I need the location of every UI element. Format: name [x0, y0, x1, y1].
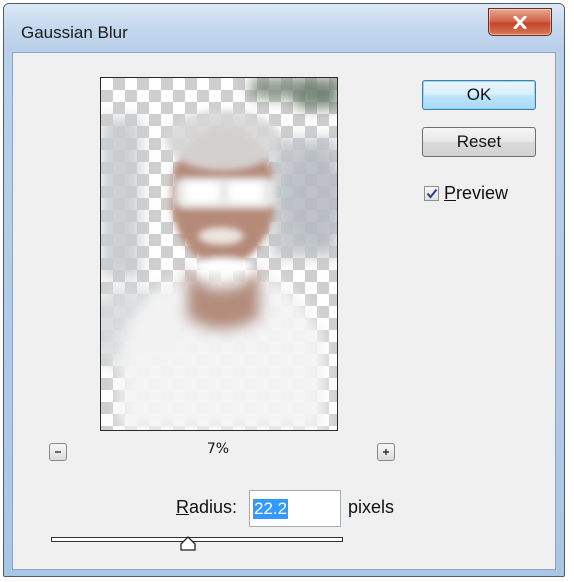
image-preview[interactable]	[100, 77, 338, 431]
checkmark-icon	[426, 188, 437, 199]
zoom-in-button[interactable]	[377, 443, 395, 461]
zoom-level: 7%	[206, 441, 230, 457]
slider-thumb-icon	[180, 536, 196, 551]
zoom-out-button[interactable]	[49, 443, 67, 461]
radius-slider-thumb[interactable]	[179, 536, 197, 551]
blurred-portrait-preview	[101, 78, 337, 430]
minus-icon	[55, 451, 61, 453]
radius-unit-label: pixels	[348, 497, 395, 517]
radius-value: 22.2	[253, 498, 289, 519]
radius-label: Radius:	[176, 497, 237, 518]
preview-checkbox[interactable]	[424, 186, 439, 201]
gaussian-blur-dialog: Gaussian Blur OK Reset Preview 7% Radius…	[3, 3, 565, 577]
radius-input[interactable]: 22.2	[249, 490, 341, 527]
reset-button[interactable]: Reset	[422, 127, 536, 157]
ok-button[interactable]: OK	[422, 80, 536, 110]
title-bar[interactable]: Gaussian Blur	[4, 4, 564, 52]
close-button[interactable]	[488, 8, 552, 36]
radius-label-mnemonic: R	[176, 497, 189, 517]
plus-icon	[383, 449, 389, 455]
preview-label-rest: review	[456, 183, 509, 203]
close-x-icon	[513, 15, 527, 29]
preview-label-mnemonic: P	[444, 183, 457, 203]
preview-checkbox-row[interactable]: Preview	[424, 183, 508, 204]
dialog-body: OK Reset Preview 7% Radius: 22.2 pixels	[12, 52, 556, 570]
dialog-title: Gaussian Blur	[21, 23, 128, 42]
radius-label-rest: adius:	[189, 497, 238, 517]
preview-label[interactable]: Preview	[444, 183, 508, 204]
